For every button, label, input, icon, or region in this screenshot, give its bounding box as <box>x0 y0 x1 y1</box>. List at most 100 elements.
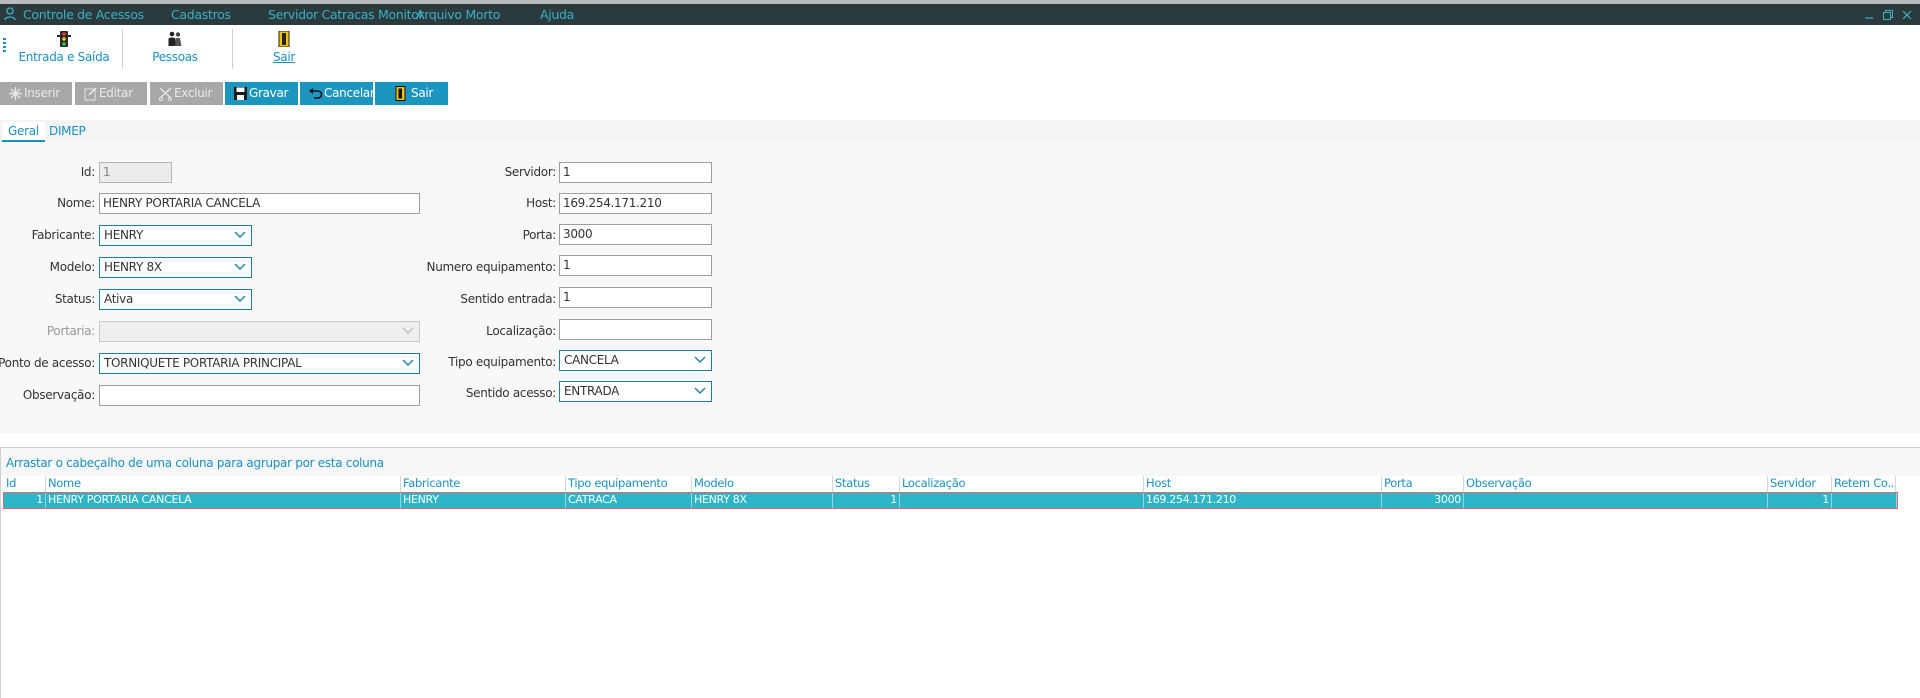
save-icon <box>234 87 247 100</box>
equipment-grid: Arrastar o cabeçalho de uma coluna para … <box>0 447 1920 698</box>
menu-servidor-catracas-monitor[interactable]: Servidor Catracas Monitor <box>268 7 424 22</box>
menu-arquivo-morto[interactable]: Arquivo Morto <box>416 7 500 22</box>
cell-nome: HENRY PORTARIA CANCELA <box>46 493 401 508</box>
undo-icon <box>309 88 323 99</box>
insert-star-icon <box>9 87 22 100</box>
traffic-light-icon <box>57 31 71 47</box>
portaria-select <box>99 321 420 342</box>
host-field[interactable]: 169.254.171.210 <box>559 193 712 214</box>
inserir-label: Inserir <box>24 86 60 100</box>
sair-button[interactable]: Sair <box>375 82 448 105</box>
numero-equipamento-label: Numero equipamento: <box>426 260 557 274</box>
chevron-down-icon <box>694 387 706 394</box>
sentido-entrada-label: Sentido entrada: <box>460 292 556 306</box>
cell-porta: 3000 <box>1382 493 1464 508</box>
cell-host: 169.254.171.210 <box>1144 493 1382 508</box>
sair-toolbar-label: Sair <box>272 50 296 64</box>
gravar-button[interactable]: Gravar <box>225 82 298 105</box>
entrada-saida-label: Entrada e Saída <box>18 50 110 64</box>
chevron-down-icon <box>402 327 414 334</box>
localizacao-field[interactable] <box>559 319 712 340</box>
entrada-saida-button[interactable]: Entrada e Saída <box>18 31 110 71</box>
cell-localizacao <box>900 493 1144 508</box>
cell-status: 1 <box>833 493 900 508</box>
sentido-acesso-label: Sentido acesso: <box>465 386 556 400</box>
column-header-tipo-equipamento[interactable]: Tipo equipamento <box>566 476 692 492</box>
editar-button[interactable]: Editar <box>75 82 147 105</box>
toolbar-separator <box>232 29 233 69</box>
column-header-modelo[interactable]: Modelo <box>692 476 833 492</box>
minimize-icon[interactable] <box>1863 9 1875 21</box>
ponto-acesso-label: Ponto de acesso: <box>0 356 95 370</box>
fabricante-select[interactable]: HENRY <box>99 225 252 246</box>
excluir-button[interactable]: Excluir <box>150 82 223 105</box>
observacao-field[interactable] <box>99 385 420 406</box>
column-header-observacao[interactable]: Observação <box>1464 476 1768 492</box>
fabricante-value: HENRY <box>104 228 143 242</box>
cell-observacao <box>1464 493 1768 508</box>
edit-icon <box>84 87 97 101</box>
cancelar-button[interactable]: Cancelar <box>300 82 375 105</box>
column-header-fabricante[interactable]: Fabricante <box>401 476 566 492</box>
pessoas-button[interactable]: Pessoas <box>140 31 210 71</box>
cell-id: 1 <box>4 493 46 508</box>
tipo-equipamento-select[interactable]: CANCELA <box>559 350 712 371</box>
tab-strip: Geral DIMEP <box>0 120 1920 142</box>
tab-dimep[interactable]: DIMEP <box>43 122 91 142</box>
ponto-acesso-select[interactable]: TORNIQUETE PORTARIA PRINCIPAL <box>99 353 420 374</box>
close-icon[interactable] <box>1901 9 1913 21</box>
chevron-down-icon <box>234 295 246 302</box>
localizacao-label: Localização: <box>486 324 556 338</box>
pessoas-label: Pessoas <box>152 50 198 64</box>
menu-controle-acessos[interactable]: Controle de Acessos <box>23 7 144 22</box>
column-header-status[interactable]: Status <box>833 476 900 492</box>
restore-icon[interactable] <box>1882 9 1894 21</box>
column-header-servidor[interactable]: Servidor <box>1768 476 1832 492</box>
column-header-host[interactable]: Host <box>1144 476 1382 492</box>
cell-fabricante: HENRY <box>401 493 566 508</box>
nome-field[interactable]: HENRY PORTARIA CANCELA <box>99 193 420 214</box>
toolbar-grip[interactable] <box>3 38 6 54</box>
servidor-label: Servidor: <box>504 165 557 179</box>
portaria-label: Portaria: <box>46 324 95 338</box>
sentido-entrada-field[interactable]: 1 <box>559 287 712 308</box>
gravar-label: Gravar <box>249 86 289 100</box>
sair-toolbar-button[interactable]: Sair <box>262 31 306 71</box>
ponto-acesso-value: TORNIQUETE PORTARIA PRINCIPAL <box>104 356 302 370</box>
column-header-retem[interactable]: Retem Co... <box>1832 476 1896 492</box>
host-label: Host: <box>526 196 556 210</box>
chevron-down-icon <box>402 359 414 366</box>
modelo-label: Modelo: <box>49 260 96 274</box>
servidor-field[interactable]: 1 <box>559 162 712 183</box>
tab-geral[interactable]: Geral <box>2 122 45 142</box>
table-row[interactable]: 1 HENRY PORTARIA CANCELA HENRY CATRACA H… <box>3 492 1898 509</box>
menu-cadastros[interactable]: Cadastros <box>171 7 231 22</box>
cancelar-label: Cancelar <box>324 86 375 100</box>
id-field: 1 <box>99 162 172 183</box>
tipo-equipamento-label: Tipo equipamento: <box>448 355 556 369</box>
modelo-select[interactable]: HENRY 8X <box>99 257 252 278</box>
group-by-hint[interactable]: Arrastar o cabeçalho de uma coluna para … <box>1 448 1920 476</box>
column-header-localizacao[interactable]: Localização <box>900 476 1144 492</box>
sentido-acesso-value: ENTRADA <box>564 384 620 398</box>
toolbar-separator <box>122 29 123 69</box>
grid-header: Id Nome Fabricante Tipo equipamento Mode… <box>1 476 1920 492</box>
porta-field[interactable]: 3000 <box>559 224 712 245</box>
chevron-down-icon <box>234 263 246 270</box>
cell-tipo-equipamento: CATRACA <box>566 493 692 508</box>
inserir-button[interactable]: Inserir <box>0 82 72 105</box>
column-header-id[interactable]: Id <box>4 476 46 492</box>
status-label: Status: <box>54 292 95 306</box>
menu-bar: Controle de Acessos Cadastros Servidor C… <box>0 4 1920 25</box>
status-select[interactable]: Ativa <box>99 289 252 310</box>
exit-door-icon <box>278 31 290 47</box>
numero-equipamento-field[interactable]: 1 <box>559 255 712 276</box>
column-header-porta[interactable]: Porta <box>1382 476 1464 492</box>
chevron-down-icon <box>234 231 246 238</box>
scissors-icon <box>158 87 173 101</box>
menu-ajuda[interactable]: Ajuda <box>540 7 574 22</box>
sair-label: Sair <box>411 86 434 100</box>
sentido-acesso-select[interactable]: ENTRADA <box>559 381 712 402</box>
column-header-nome[interactable]: Nome <box>46 476 401 492</box>
tipo-equipamento-value: CANCELA <box>564 353 619 367</box>
